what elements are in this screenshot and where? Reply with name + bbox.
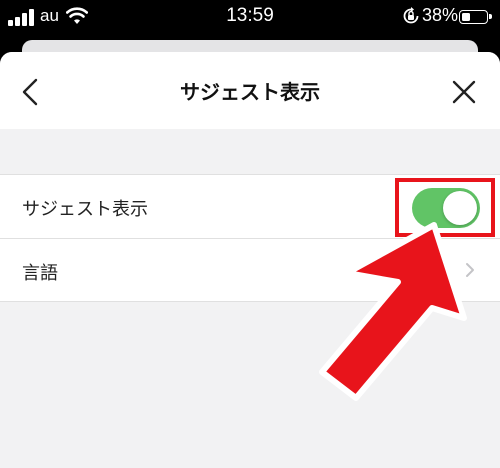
page-title: サジェスト表示 [180, 80, 320, 104]
settings-list: サジェスト表示 言語 [0, 174, 500, 302]
rotation-lock-icon [403, 7, 419, 24]
setting-row-suggest: サジェスト表示 [0, 175, 500, 238]
setting-label-language: 言語 [22, 263, 58, 284]
chevron-right-icon [466, 263, 474, 277]
battery-percent: 38% [422, 5, 459, 25]
setting-label-suggest: サジェスト表示 [22, 199, 148, 220]
nav-bar: サジェスト表示 [0, 52, 500, 129]
close-icon [452, 80, 476, 104]
toggle-knob [443, 191, 477, 225]
close-button[interactable] [444, 72, 484, 112]
setting-row-language[interactable]: 言語 [0, 238, 500, 301]
settings-sheet: サジェスト表示 サジェスト表示 言語 [0, 52, 500, 468]
battery-icon [459, 10, 492, 24]
status-bar: au 13:59 38% [0, 0, 500, 36]
suggest-toggle[interactable] [412, 188, 480, 228]
